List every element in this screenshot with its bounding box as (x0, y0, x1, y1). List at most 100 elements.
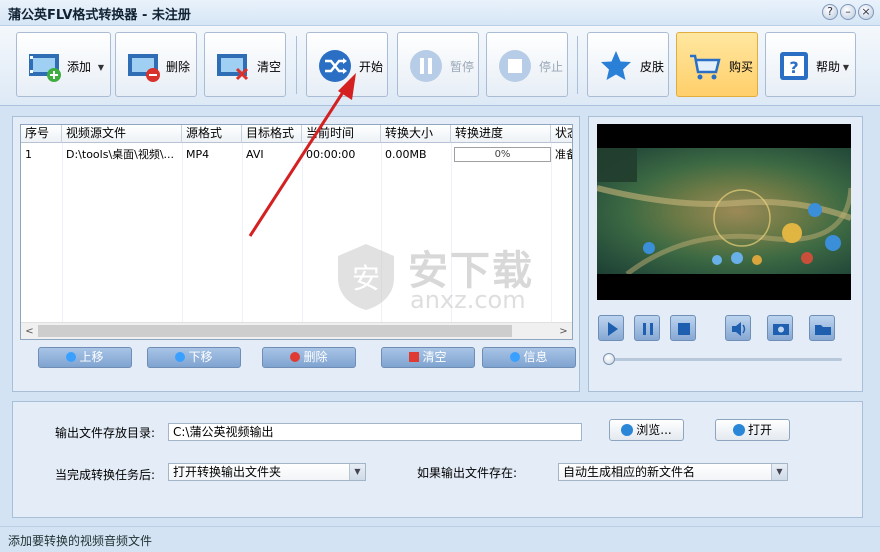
toolbar-separator (296, 36, 297, 94)
pause-button[interactable]: 暂停 (397, 32, 479, 97)
cell-dst-format: AVI (246, 148, 264, 161)
seek-slider[interactable] (606, 358, 842, 361)
pause-playback-button[interactable] (634, 315, 660, 341)
video-frame (597, 148, 851, 274)
help-icon: ? (780, 52, 808, 80)
seek-knob[interactable] (603, 353, 615, 365)
open-output-button[interactable]: 打开 (715, 419, 790, 441)
speaker-icon (732, 322, 746, 336)
table-header: 序号 视频源文件 源格式 目标格式 当前时间 转换大小 转换进度 状态 (21, 125, 572, 143)
cell-source: D:\tools\桌面\视频\... (66, 148, 175, 161)
close-button[interactable]: × (858, 4, 874, 20)
info-button[interactable]: 信息 (482, 347, 576, 368)
star-icon (601, 51, 631, 80)
close-icon (409, 352, 420, 362)
skin-label: 皮肤 (640, 60, 665, 74)
folder-icon (815, 325, 831, 335)
chevron-down-icon: ▼ (842, 63, 849, 72)
shield-icon: 安 (338, 244, 394, 310)
play-button[interactable] (598, 315, 624, 341)
window-title: 蒲公英FLV格式转换器 - 未注册 (8, 8, 191, 23)
title-bar: 蒲公英FLV格式转换器 - 未注册 ? – × (0, 0, 880, 26)
svg-text:?: ? (789, 58, 798, 77)
open-icon (732, 424, 745, 436)
move-up-button[interactable]: 上移 (38, 347, 132, 368)
buy-button[interactable]: 购买 (676, 32, 758, 97)
output-dir-field[interactable]: C:\蒲公英视频输出 (168, 423, 582, 441)
toolbar-separator (577, 36, 578, 94)
start-button[interactable]: 开始 (306, 32, 388, 97)
column-header[interactable]: 状态 (551, 125, 572, 143)
progress-cell: 0% (454, 147, 551, 162)
column-header[interactable]: 视频源文件 (62, 125, 182, 143)
stop-label: 停止 (539, 60, 564, 74)
column-header[interactable]: 源格式 (182, 125, 242, 143)
help-label: 帮助 (816, 60, 841, 74)
help-window-button[interactable]: ? (822, 4, 838, 20)
play-icon (608, 322, 618, 336)
toolbar: 添加 ▼ 删除 清空 开始 暂停 停止 皮肤 购买 ? 帮助 ▼ (0, 26, 880, 106)
status-text: 添加要转换的视频音频文件 (8, 534, 153, 548)
delete-button[interactable]: 删除 (115, 32, 197, 97)
scroll-right-arrow[interactable]: > (555, 324, 572, 339)
cell-status: 准备 (555, 148, 572, 161)
add-button[interactable]: 添加 ▼ (16, 32, 111, 97)
file-exists-select[interactable]: 自动生成相应的新文件名 ▼ (558, 463, 788, 481)
chevron-down-icon: ▼ (97, 63, 104, 72)
chevron-down-icon[interactable]: ▼ (771, 464, 787, 480)
stop-icon (499, 50, 531, 82)
info-icon (510, 352, 521, 362)
cell-time: 00:00:00 (306, 148, 356, 161)
stop-playback-button[interactable] (670, 315, 696, 341)
clear-label: 清空 (257, 60, 282, 74)
video-preview (597, 124, 851, 300)
minimize-button[interactable]: – (840, 4, 856, 20)
open-folder-button[interactable] (809, 315, 835, 341)
cart-icon (690, 54, 721, 80)
video-scene (597, 148, 851, 274)
scroll-thumb[interactable] (38, 325, 512, 337)
after-task-select[interactable]: 打开转换输出文件夹 ▼ (168, 463, 366, 481)
remove-icon (290, 352, 301, 362)
clear-button[interactable]: 清空 (204, 32, 286, 97)
watermark-url: anxz.com (410, 286, 526, 314)
horizontal-scrollbar[interactable]: < > (21, 322, 572, 339)
pause-icon (643, 323, 653, 335)
move-down-button[interactable]: 下移 (147, 347, 241, 368)
column-header[interactable]: 序号 (21, 125, 62, 143)
buy-label: 购买 (729, 60, 754, 74)
start-label: 开始 (359, 60, 384, 74)
camera-icon (773, 324, 789, 335)
watermark-badge: 安 (352, 262, 380, 295)
file-exists-label: 如果输出文件存在: (417, 466, 518, 480)
help-button[interactable]: ? 帮助 ▼ (765, 32, 856, 97)
output-dir-label: 输出文件存放目录: (55, 426, 156, 440)
chevron-down-icon[interactable]: ▼ (349, 464, 365, 480)
cell-index: 1 (25, 148, 32, 161)
watermark: 安 安下载 anxz.com (330, 236, 580, 320)
column-header[interactable]: 转换进度 (451, 125, 551, 143)
column-header[interactable]: 当前时间 (302, 125, 381, 143)
browse-icon (621, 424, 634, 436)
arrow-down-icon (175, 352, 186, 362)
delete-label: 删除 (166, 60, 191, 74)
snapshot-button[interactable] (767, 315, 793, 341)
cell-src-format: MP4 (186, 148, 210, 161)
pause-label: 暂停 (450, 60, 475, 74)
list-delete-button[interactable]: 删除 (262, 347, 356, 368)
status-bar: 添加要转换的视频音频文件 (0, 526, 880, 552)
film-clear-icon (217, 54, 249, 81)
add-label: 添加 (67, 60, 92, 74)
pause-icon (410, 50, 442, 82)
stop-icon (678, 323, 690, 335)
after-task-label: 当完成转换任务后: (55, 468, 156, 482)
stop-button[interactable]: 停止 (486, 32, 568, 97)
skin-button[interactable]: 皮肤 (587, 32, 669, 97)
column-header[interactable]: 转换大小 (381, 125, 451, 143)
volume-button[interactable] (725, 315, 751, 341)
scroll-left-arrow[interactable]: < (21, 324, 38, 339)
list-clear-button[interactable]: 清空 (381, 347, 475, 368)
column-header[interactable]: 目标格式 (242, 125, 302, 143)
film-remove-icon (128, 54, 160, 82)
browse-button[interactable]: 浏览... (609, 419, 684, 441)
